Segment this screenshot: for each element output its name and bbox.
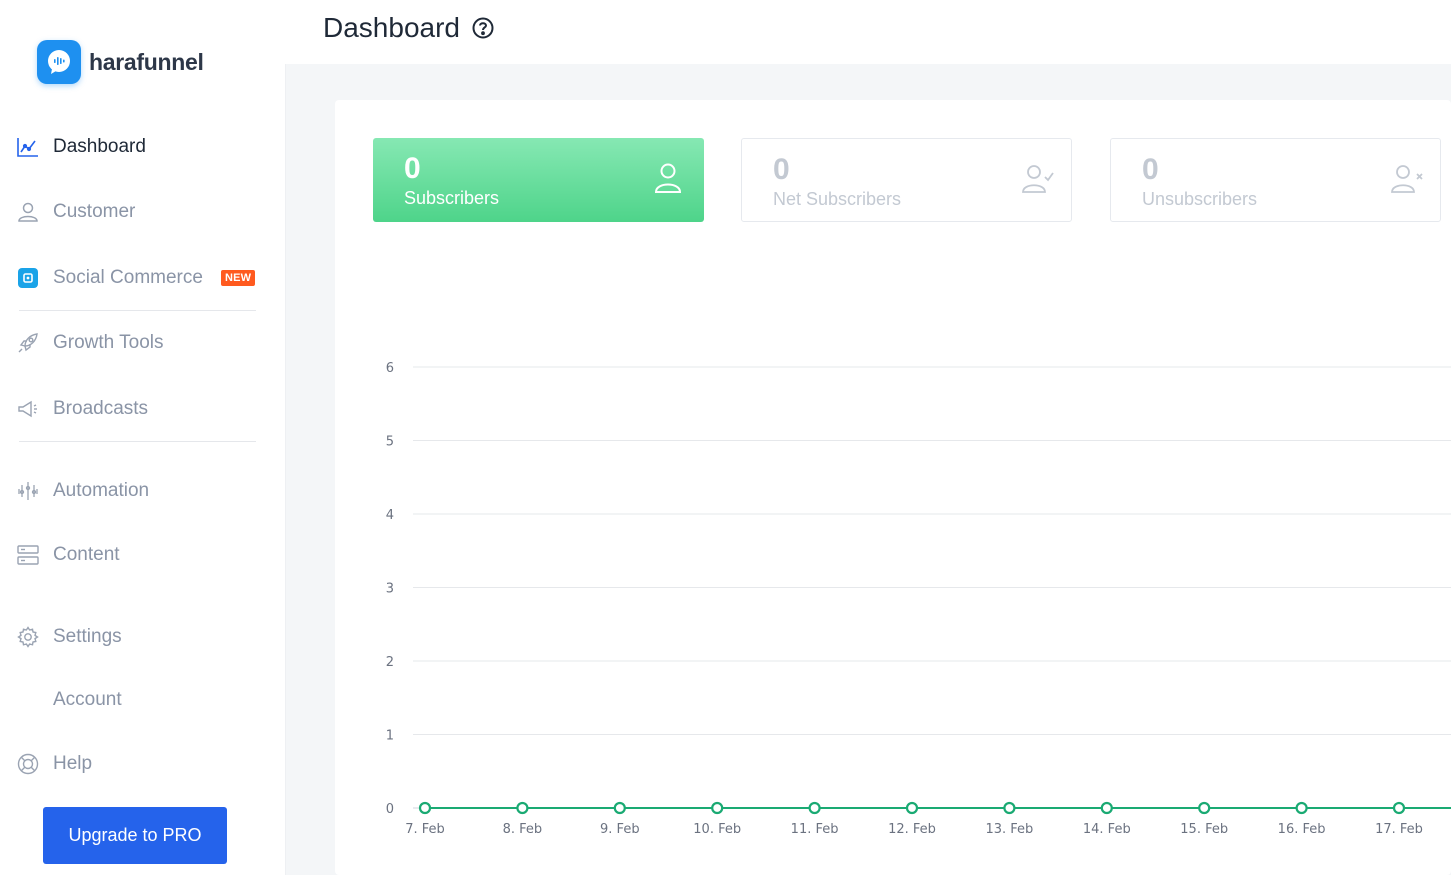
- y-tick-label: 1: [386, 729, 394, 744]
- chart-line-icon: [16, 135, 40, 159]
- x-tick-label: 11. Feb: [791, 822, 839, 837]
- sidebar-item-label: Broadcasts: [53, 398, 149, 419]
- stat-label: Unsubscribers: [1142, 189, 1258, 209]
- user-x-icon: [1390, 163, 1424, 200]
- x-tick-label: 13. Feb: [985, 822, 1033, 837]
- sidebar-item-dashboard[interactable]: Dashboard: [16, 131, 146, 163]
- gear-icon: [16, 625, 40, 649]
- stat-card-subscribers[interactable]: 0 Subscribers: [373, 138, 704, 222]
- stat-label: Subscribers: [404, 188, 500, 208]
- content-icon: [16, 543, 40, 567]
- sidebar-item-broadcasts[interactable]: Broadcasts: [16, 393, 148, 425]
- automation-icon: [16, 479, 40, 503]
- x-tick-label: 14. Feb: [1083, 822, 1131, 837]
- logo[interactable]: harafunnel: [37, 40, 204, 84]
- y-tick-label: 4: [386, 508, 394, 523]
- user-icon: [654, 162, 682, 199]
- stat-card-net-subscribers[interactable]: 0 Net Subscribers: [741, 138, 1072, 222]
- data-point: [711, 801, 724, 815]
- data-point: [1392, 801, 1406, 815]
- stat-value: 0: [404, 152, 421, 185]
- rocket-icon: [16, 331, 40, 355]
- y-tick-label: 5: [386, 435, 394, 450]
- y-tick-label: 0: [386, 802, 394, 817]
- x-tick-label: 9. Feb: [600, 822, 640, 837]
- logo-icon: [37, 40, 81, 84]
- sidebar-item-customer[interactable]: Customer: [16, 196, 135, 228]
- x-tick-label: 15. Feb: [1180, 822, 1228, 837]
- help-circle-icon[interactable]: [472, 14, 494, 46]
- x-tick-label: 12. Feb: [888, 822, 936, 837]
- data-point: [418, 801, 432, 815]
- sidebar-item-label: Social Commerce: [53, 267, 203, 288]
- sidebar-item-label: Customer: [53, 201, 136, 222]
- sidebar-item-help[interactable]: Help: [16, 748, 92, 780]
- x-tick-label: 16. Feb: [1278, 822, 1326, 837]
- stat-label: Net Subscribers: [773, 189, 902, 209]
- data-point: [1100, 801, 1113, 815]
- sidebar-item-label: Growth Tools: [53, 332, 164, 353]
- logo-text: harafunnel: [89, 48, 204, 75]
- sidebar-item-automation[interactable]: Automation: [16, 475, 149, 507]
- sidebar-divider: [19, 310, 256, 311]
- sidebar-item-label: Account: [53, 689, 122, 710]
- page-title-text: Dashboard: [323, 12, 460, 43]
- social-commerce-icon: [16, 266, 40, 290]
- x-tick-label: 17. Feb: [1375, 822, 1423, 837]
- sidebar-item-content[interactable]: Content: [16, 539, 120, 571]
- sidebar-item-label: Dashboard: [53, 136, 146, 157]
- user-check-icon: [1021, 163, 1055, 200]
- user-icon: [16, 200, 40, 224]
- sidebar-item-label: Content: [53, 544, 120, 565]
- sidebar-item-label: Help: [53, 753, 93, 774]
- y-tick-label: 6: [386, 361, 394, 376]
- stat-value: 0: [773, 153, 790, 186]
- sidebar-divider: [19, 441, 256, 442]
- megaphone-icon: [16, 397, 40, 421]
- sidebar-item-settings[interactable]: Settings: [16, 621, 122, 653]
- stat-value: 0: [1142, 153, 1159, 186]
- sidebar-item-account[interactable]: Account: [16, 684, 122, 716]
- data-point: [1003, 801, 1016, 815]
- data-point: [1295, 801, 1308, 815]
- sidebar-item-label: Automation: [53, 480, 150, 501]
- data-point: [1198, 801, 1211, 815]
- data-point: [808, 801, 821, 815]
- sidebar: harafunnel Dashboard Customer Social Com…: [0, 0, 286, 875]
- new-badge: NEW: [220, 270, 256, 286]
- header: Dashboard: [285, 0, 1451, 64]
- lifebuoy-icon: [16, 752, 40, 776]
- sidebar-item-social-commerce[interactable]: Social Commerce NEW: [16, 262, 256, 294]
- stat-card-unsubscribers[interactable]: 0 Unsubscribers: [1110, 138, 1441, 222]
- data-point: [905, 801, 919, 815]
- x-tick-label: 10. Feb: [693, 822, 741, 837]
- upgrade-button[interactable]: Upgrade to PRO: [43, 807, 227, 864]
- x-tick-label: 8. Feb: [503, 822, 543, 837]
- data-point: [516, 801, 529, 815]
- subscribers-chart: 0 1 2 3 4 5 6 7. Feb 8. Feb 9. Feb 10. Feb 11. Feb 1…: [386, 361, 1451, 837]
- sidebar-item-growth-tools[interactable]: Growth Tools: [16, 327, 164, 359]
- x-tick-label: 7. Feb: [405, 822, 445, 837]
- page-title: Dashboard: [323, 10, 494, 46]
- y-tick-label: 2: [386, 655, 394, 670]
- data-point: [613, 801, 626, 815]
- sidebar-item-label: Settings: [53, 626, 122, 647]
- y-tick-label: 3: [386, 582, 394, 597]
